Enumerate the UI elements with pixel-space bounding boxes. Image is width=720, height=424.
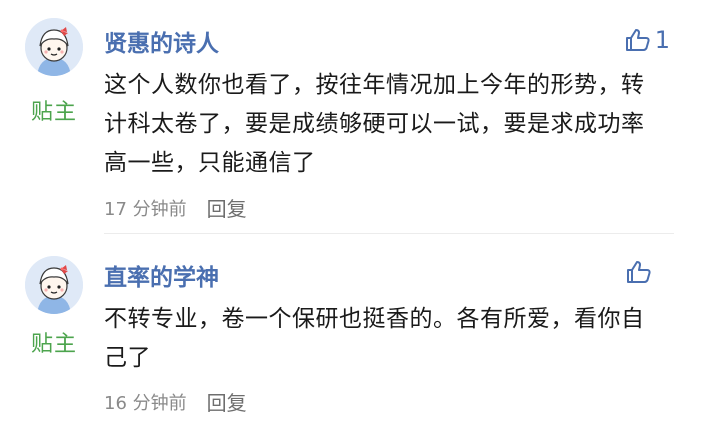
username[interactable]: 直率的学神 (104, 258, 219, 292)
user-avatar[interactable] (25, 18, 83, 76)
comment-text: 不转专业，卷一个保研也挺香的。各有所爱，看你自己了 (104, 306, 645, 371)
comment-meta: 16 分钟前 回复 (104, 387, 247, 416)
user-avatar[interactable] (25, 256, 83, 314)
timestamp: 17 分钟前 (104, 198, 187, 220)
comment-item: 贴主 贤惠的诗人 1 这个人数你也看了，按往年情况加上今年的形势，转计科太卷了，… (0, 0, 720, 233)
cartoon-girl-avatar-icon (25, 256, 83, 314)
like-button[interactable] (626, 260, 656, 284)
author-badge: 贴主 (31, 332, 78, 357)
thumbs-up-icon (625, 29, 650, 51)
like-button[interactable]: 1 (625, 26, 670, 54)
like-count: 1 (654, 26, 670, 54)
comment-item: 贴主 直率的学神 不转专业，卷一个保研也挺香的。各有所爱，看你自己了 16 分钟… (0, 234, 720, 424)
cartoon-girl-avatar-icon (25, 18, 83, 76)
author-badge: 贴主 (31, 100, 78, 125)
reply-button[interactable]: 回复 (207, 387, 247, 416)
comment-meta: 17 分钟前 回复 (104, 193, 247, 222)
timestamp: 16 分钟前 (104, 392, 187, 414)
reply-button[interactable]: 回复 (207, 193, 247, 222)
thumbs-up-icon (627, 261, 651, 283)
username[interactable]: 贤惠的诗人 (104, 24, 219, 58)
comment-text: 这个人数你也看了，按往年情况加上今年的形势，转计科太卷了，要是成绩够硬可以一试，… (104, 72, 645, 176)
